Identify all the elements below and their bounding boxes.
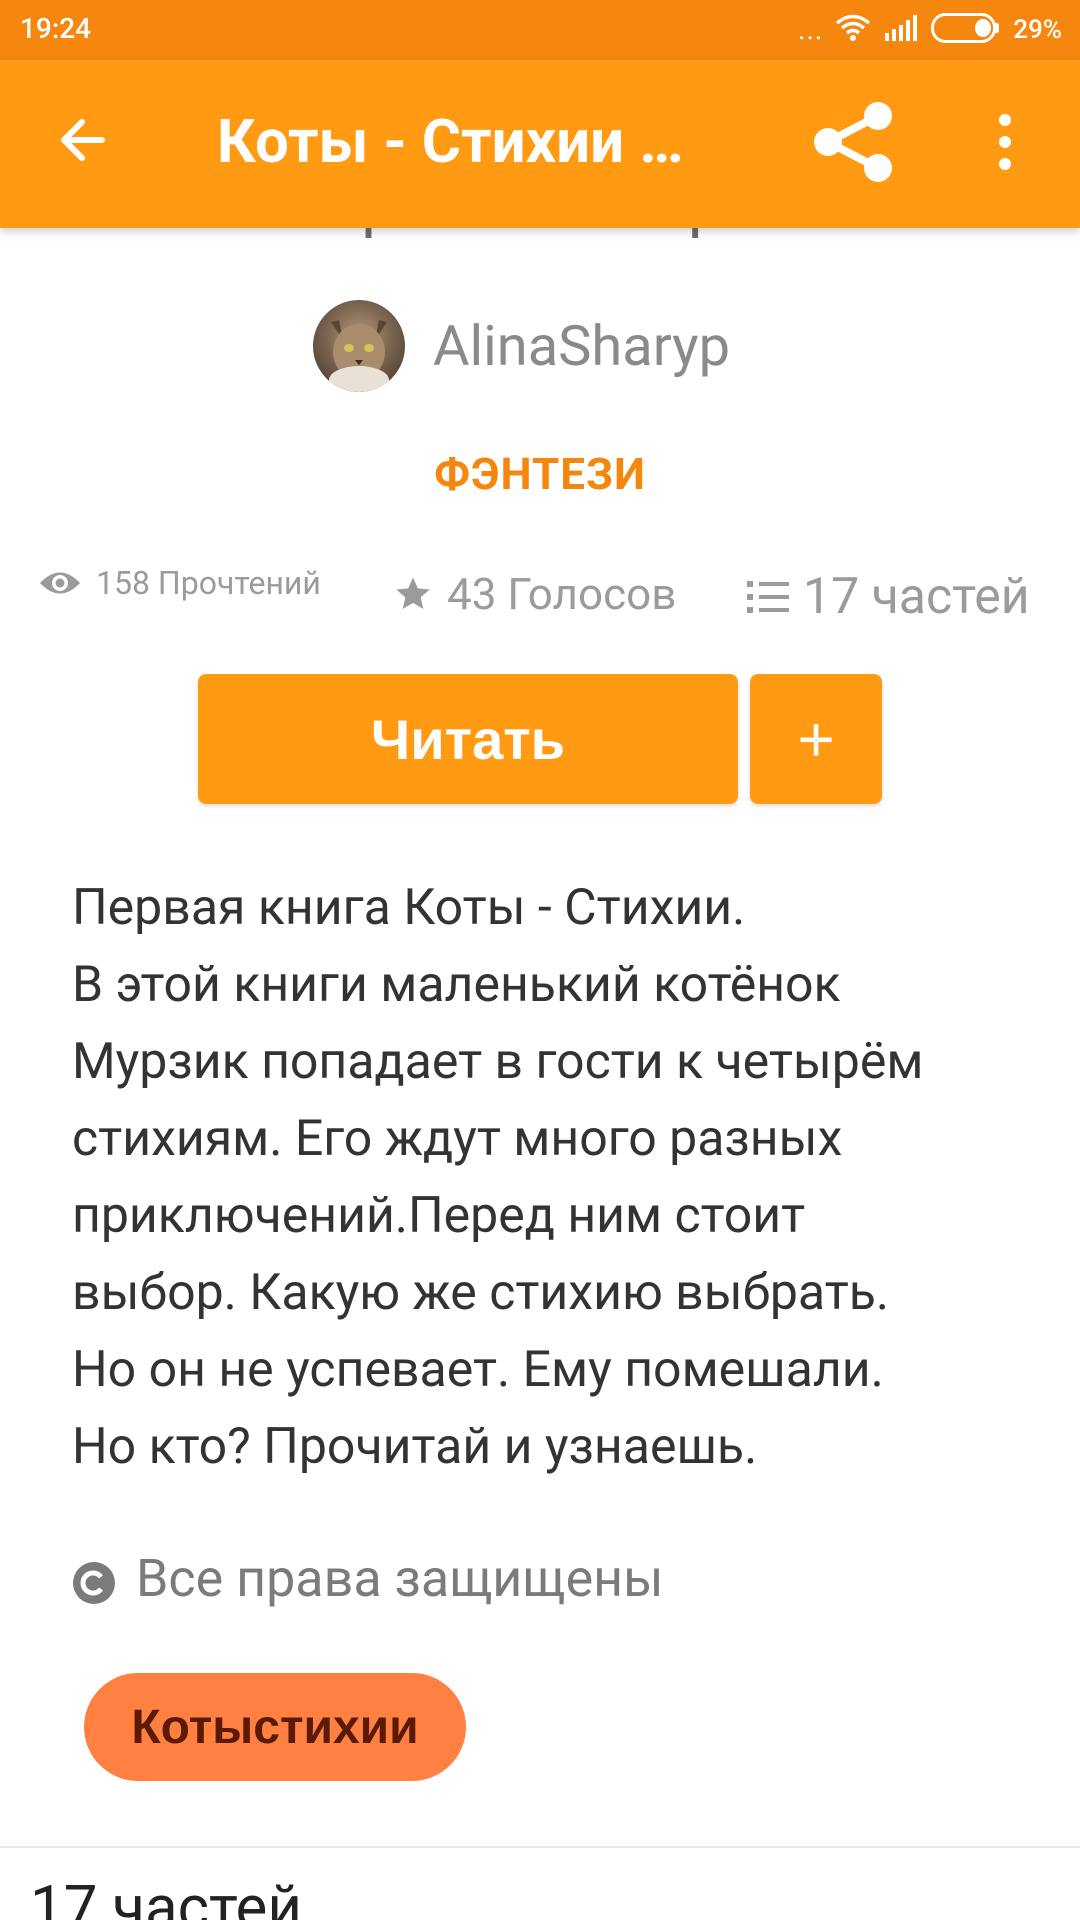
divider (0, 1846, 1080, 1848)
description-line: стихиям. Его ждут много разных (72, 1110, 843, 1168)
status-time: 19:24 (20, 12, 92, 45)
signal-icon (883, 15, 919, 45)
add-to-library-button[interactable]: + (750, 674, 882, 804)
reads-stat: 158 Прочтений (38, 564, 321, 602)
list-icon (747, 579, 789, 615)
book-stats: 158 Прочтений 43 Голосов 17 частей (0, 560, 1080, 626)
author-row[interactable]: AlinaSharyp (313, 300, 730, 392)
wifi-icon (835, 14, 871, 46)
parts-stat: 17 частей (747, 568, 1030, 626)
description-line: Но кто? Прочитай и узнаешь. (72, 1418, 758, 1476)
tag-chip[interactable]: Котыстихии (84, 1673, 466, 1781)
app-bar: Коты - Стихии 1... (0, 60, 1080, 228)
genre-label[interactable]: ФЭНТЕЗИ (0, 448, 1080, 500)
copyright-text: Все права защищены (136, 1548, 664, 1609)
status-bar: 19:24 ... 29% (0, 0, 1080, 60)
copyright-row: Все права защищены (72, 1548, 664, 1609)
description-line: В этой книги маленький котёнок (72, 956, 841, 1014)
reads-count: 158 Прочтений (96, 564, 321, 602)
status-icons: ... 29% (798, 10, 1062, 50)
share-icon[interactable] (808, 100, 898, 184)
back-arrow-icon[interactable] (54, 110, 114, 170)
votes-stat: 43 Голосов (393, 568, 676, 620)
author-name[interactable]: AlinaSharyp (433, 313, 730, 379)
description-line: Первая книга Коты - Стихии. (72, 879, 746, 937)
votes-count: 43 Голосов (447, 568, 677, 620)
app-bar-title: Коты - Стихии 1... (217, 106, 717, 177)
avatar[interactable] (313, 300, 405, 392)
battery-icon (931, 13, 1001, 47)
description-line: Но он не успевает. Ему помешали. (72, 1341, 884, 1399)
star-icon (393, 574, 433, 614)
notification-dots: ... (798, 13, 824, 46)
copyright-icon (72, 1557, 116, 1604)
parts-count: 17 частей (803, 568, 1030, 626)
more-vert-icon[interactable] (985, 112, 1025, 172)
description-line: приключений.Перед ним стоит (72, 1187, 806, 1245)
book-details-screen: 19:24 ... 29% Коты - Стихии 1... AlinaSh… (0, 0, 1080, 1920)
description-line: Мурзик попадает в гости к четырём (72, 1033, 924, 1091)
book-description: Первая книга Коты - Стихии. В этой книги… (72, 870, 1032, 1486)
description-line: выбор. Какую же стихию выбрать. (72, 1264, 890, 1322)
parts-heading: 17 частей (30, 1872, 302, 1920)
read-button[interactable]: Читать (198, 674, 738, 804)
battery-percent: 29% (1013, 15, 1062, 45)
eye-icon (38, 568, 82, 598)
